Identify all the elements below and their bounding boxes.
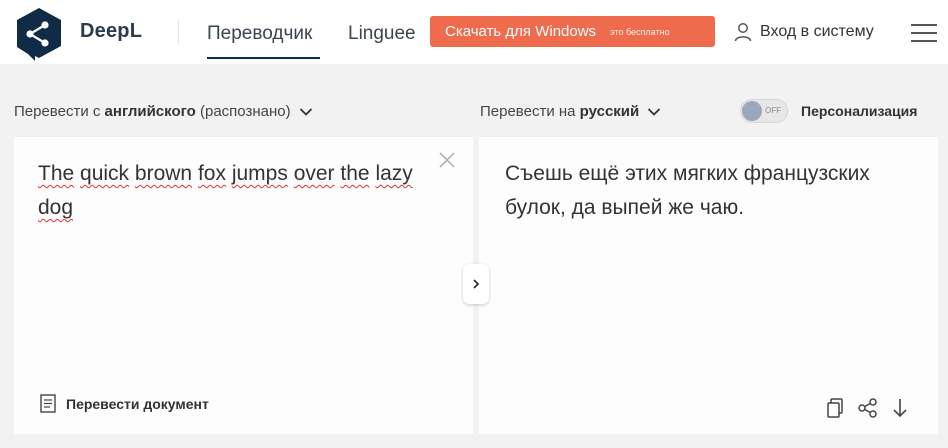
source-word: quick: [80, 162, 130, 185]
toggle-state-label: OFF: [765, 106, 781, 115]
source-language-detected: (распознано): [200, 103, 291, 120]
download-arrow-icon[interactable]: [889, 397, 911, 419]
user-icon[interactable]: [734, 22, 752, 42]
source-word: lazy: [375, 162, 413, 185]
source-language-name: английского: [104, 103, 196, 120]
target-language-selector[interactable]: Перевести на русский: [480, 103, 661, 120]
target-text-panel: Съешь ещё этих мягких французских булок,…: [479, 137, 938, 434]
personalization-label: Персонализация: [801, 103, 918, 119]
source-word: fox: [197, 162, 226, 185]
source-word: jumps: [231, 162, 288, 185]
deepl-logo-icon[interactable]: [14, 7, 64, 61]
login-link[interactable]: Вход в систему: [760, 23, 874, 41]
tab-linguee[interactable]: Linguee: [348, 23, 416, 45]
active-tab-indicator: [207, 57, 320, 59]
source-word: dog: [38, 196, 74, 219]
top-header: DeepL Переводчик Linguee Скачать для Win…: [0, 0, 948, 64]
swap-languages-button[interactable]: [463, 264, 489, 304]
document-icon: [40, 394, 56, 413]
download-button-sublabel: это бесплатно: [610, 26, 670, 37]
source-word: over: [293, 162, 335, 185]
translation-output[interactable]: Съешь ещё этих мягких французских булок,…: [505, 157, 925, 225]
source-word: The: [38, 162, 75, 185]
personalization-toggle[interactable]: OFF: [740, 99, 788, 123]
tab-translator[interactable]: Переводчик: [207, 23, 312, 45]
chevron-right-icon: [473, 279, 480, 289]
download-button-label: Скачать для Windows: [445, 23, 597, 40]
source-language-prefix: Перевести с: [14, 103, 101, 120]
close-icon[interactable]: [439, 152, 455, 168]
chevron-down-icon: [648, 107, 661, 116]
brand-name[interactable]: DeepL: [80, 20, 142, 43]
translate-document-label: Перевести документ: [66, 395, 209, 412]
chevron-down-icon: [299, 107, 312, 116]
source-text-input[interactable]: The quick brown fox jumps over the lazy …: [38, 157, 438, 225]
translate-document-button[interactable]: Перевести документ: [40, 394, 209, 413]
target-language-name: русский: [579, 103, 640, 120]
hamburger-menu-icon[interactable]: [911, 23, 937, 43]
copy-icon[interactable]: [825, 397, 847, 419]
target-language-prefix: Перевести на: [480, 103, 576, 120]
source-word: brown: [134, 162, 193, 185]
header-divider: [178, 20, 179, 44]
toggle-knob: [742, 101, 762, 121]
source-word: the: [340, 162, 370, 185]
share-icon[interactable]: [857, 397, 879, 419]
source-language-selector[interactable]: Перевести с английского (распознано): [14, 103, 313, 120]
source-text-panel[interactable]: The quick brown fox jumps over the lazy …: [14, 137, 473, 434]
download-windows-button[interactable]: Скачать для Windows это бесплатно: [430, 16, 715, 47]
